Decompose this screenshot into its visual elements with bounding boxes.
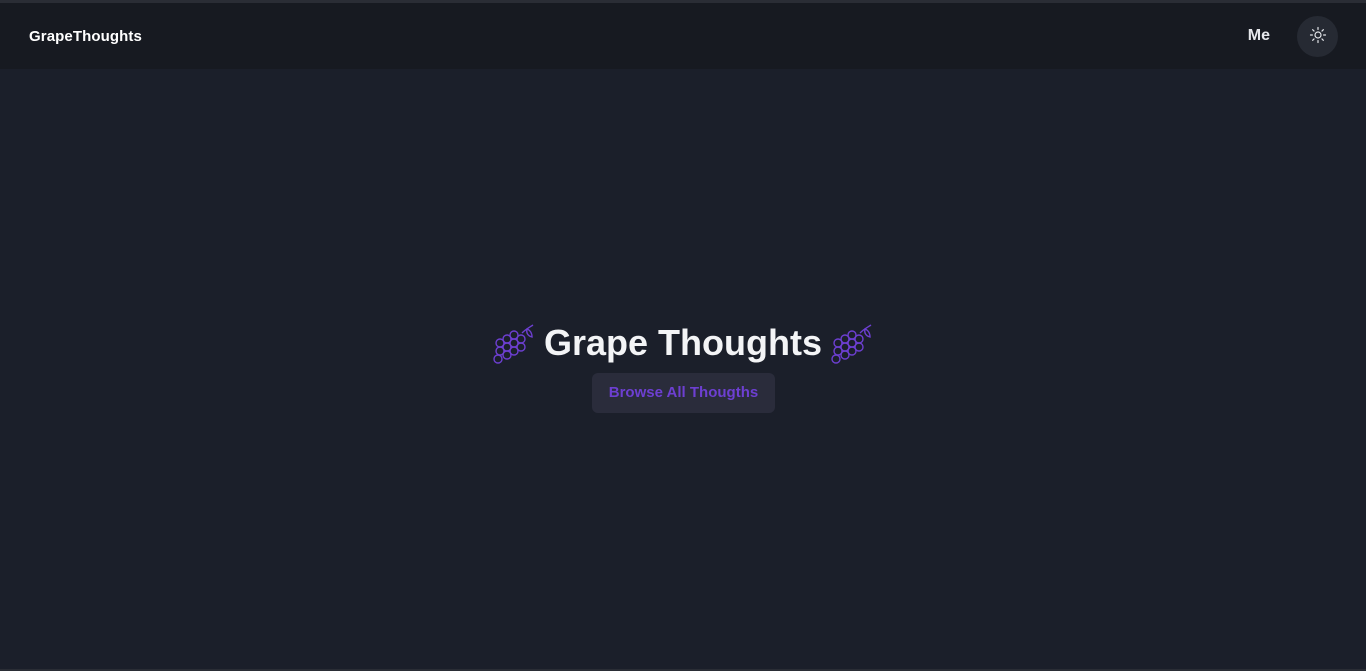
hero-section: Grape Thoughts Browse All Thougths — [0, 69, 1366, 669]
navbar: GrapeThoughts Me — [0, 3, 1366, 69]
sun-icon — [1309, 26, 1327, 47]
grapes-icon — [830, 321, 874, 365]
browse-all-button[interactable]: Browse All Thougths — [592, 373, 775, 413]
grapes-icon — [492, 321, 536, 365]
nav-right: Me — [1248, 15, 1338, 57]
hero-title-row: Grape Thoughts — [0, 321, 1366, 365]
nav-link-me[interactable]: Me — [1248, 27, 1270, 45]
page-title: Grape Thoughts — [544, 322, 822, 363]
theme-toggle-button[interactable] — [1297, 15, 1338, 57]
brand-link[interactable]: GrapeThoughts — [29, 28, 142, 45]
